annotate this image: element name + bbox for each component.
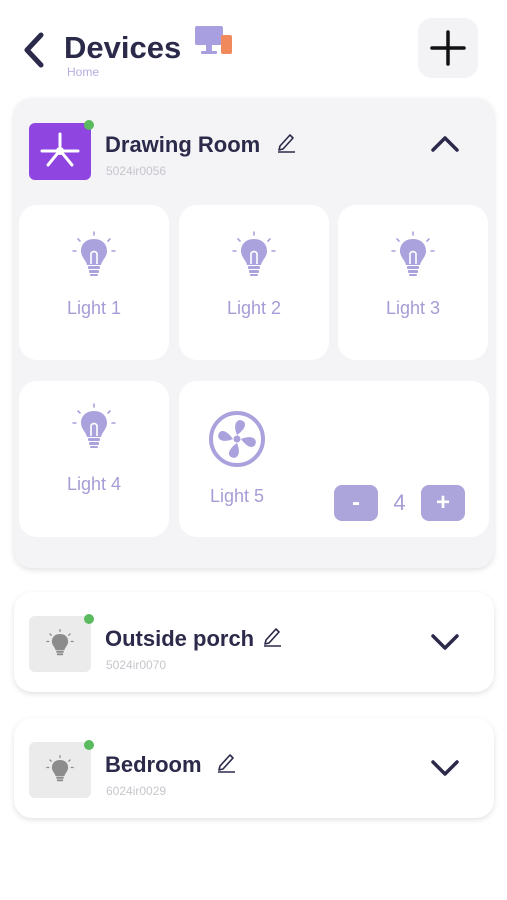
stepper-value: 4 [393, 490, 406, 515]
edit-icon[interactable] [262, 625, 282, 652]
devices-icon [193, 24, 235, 63]
device-label: Light 2 [226, 298, 282, 318]
device-label: Light 1 [66, 298, 122, 318]
chevron-down-icon [431, 760, 459, 776]
expand-button[interactable] [430, 758, 460, 783]
device-label: Light 4 [66, 474, 122, 494]
edit-icon[interactable] [216, 751, 236, 778]
chevron-down-icon [431, 634, 459, 650]
online-status-dot [84, 120, 94, 130]
room-name: Bedroom [105, 752, 202, 777]
device-tile-light-5[interactable]: Light 5 - 4 + [179, 381, 489, 537]
device-tile-light-1[interactable]: Light 1 [19, 205, 169, 360]
bulb-icon [232, 231, 276, 276]
online-status-dot [84, 740, 94, 750]
collapse-button[interactable] [430, 134, 460, 159]
room-card-bedroom[interactable]: Bedroom 6024ir0029 [14, 718, 494, 818]
bulb-icon [72, 403, 116, 448]
edit-icon[interactable] [276, 131, 296, 158]
room-name: Drawing Room [105, 132, 261, 157]
decrement-button[interactable]: - [334, 485, 378, 521]
chevron-up-icon [431, 136, 459, 152]
chevron-left-icon [24, 32, 44, 68]
add-device-button[interactable] [418, 18, 478, 78]
speed-stepper: - 4 + [334, 485, 465, 521]
device-label: Light 3 [385, 298, 441, 318]
bulb-icon [391, 231, 435, 276]
header: Devices Home [0, 0, 507, 95]
device-tile-light-2[interactable]: Light 2 [179, 205, 329, 360]
plus-icon [430, 30, 466, 66]
ceiling-fan-icon [29, 123, 91, 180]
fan-icon [209, 411, 265, 467]
device-label: Light 5 [209, 486, 265, 506]
room-name: Outside porch [105, 626, 255, 651]
back-button[interactable] [18, 30, 50, 70]
page-title: Devices [64, 30, 182, 65]
device-tile-light-4[interactable]: Light 4 [19, 381, 169, 537]
room-card-outside-porch[interactable]: Outside porch 5024ir0070 [14, 592, 494, 692]
device-tile-light-3[interactable]: Light 3 [338, 205, 488, 360]
room-id: 6024ir0029 [106, 784, 167, 798]
bulb-icon [29, 742, 91, 798]
bulb-icon [29, 616, 91, 672]
page-subtitle: Home [67, 65, 100, 79]
bulb-icon [72, 231, 116, 276]
increment-button[interactable]: + [421, 485, 465, 521]
room-id: 5024ir0056 [106, 164, 167, 178]
expand-button[interactable] [430, 632, 460, 657]
room-card-drawing-room: Drawing Room 5024ir0056 Light 1 Light 2 … [14, 98, 494, 568]
room-id: 5024ir0070 [106, 658, 167, 672]
online-status-dot [84, 614, 94, 624]
